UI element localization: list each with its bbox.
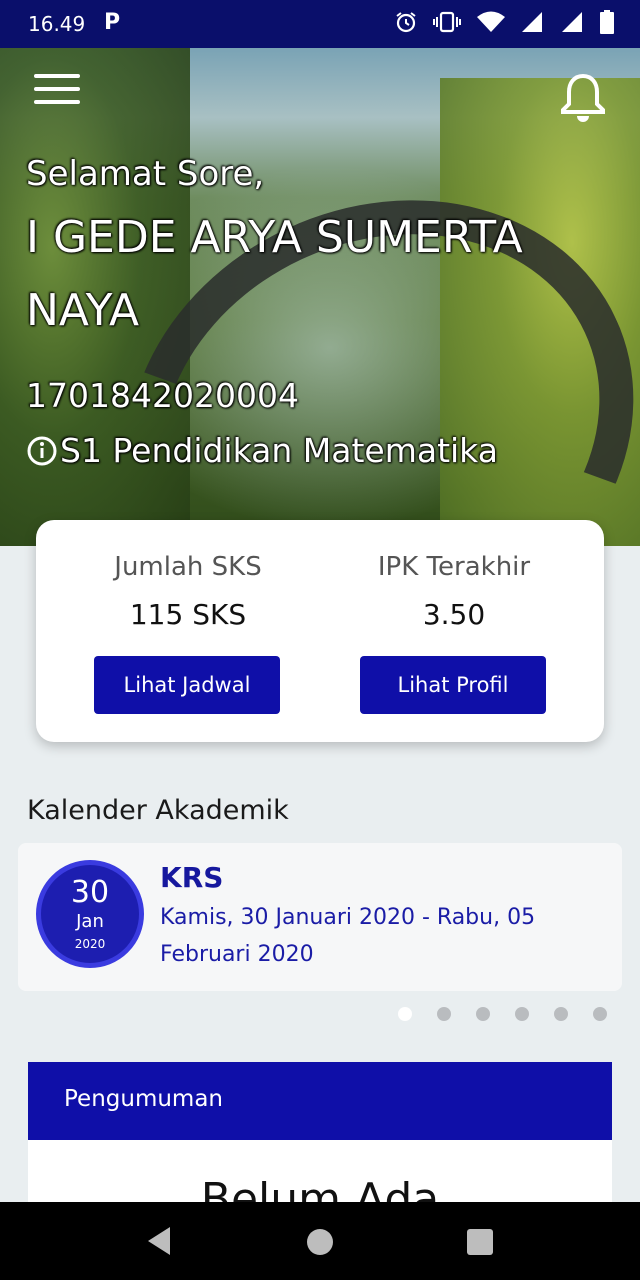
pager-dot[interactable]: [437, 1007, 451, 1021]
event-month: Jan: [76, 911, 104, 932]
view-profile-button[interactable]: Lihat Profil: [360, 656, 546, 714]
home-icon[interactable]: [306, 1228, 334, 1256]
academic-calendar-title: Kalender Akademik: [27, 795, 289, 826]
battery-icon: [600, 10, 614, 34]
signal-icon: [522, 12, 542, 32]
announcement-card: Pengumuman Belum Ada: [28, 1062, 612, 1222]
pager-dot[interactable]: [515, 1007, 529, 1021]
system-navigation-bar: [0, 1202, 640, 1280]
academic-summary-card: Jumlah SKS 115 SKS IPK Terakhir 3.50 Lih…: [36, 520, 604, 742]
student-name-line2: NAYA: [26, 285, 140, 336]
student-id: 1701842020004: [26, 376, 299, 415]
sks-label: Jumlah SKS: [114, 552, 262, 582]
event-date-range-line1: Kamis, 30 Januari 2020 - Rabu, 05: [160, 905, 536, 930]
student-name-line1: I GEDE ARYA SUMERTA: [26, 212, 523, 263]
event-day: 30: [70, 875, 110, 910]
parking-app-icon: P: [104, 10, 121, 35]
back-icon[interactable]: [144, 1224, 174, 1258]
announcement-header: Pengumuman: [28, 1062, 612, 1140]
event-date-badge: 30 Jan 2020: [36, 860, 144, 968]
pager-dot[interactable]: [593, 1007, 607, 1021]
event-date-range-line2: Februari 2020: [160, 942, 314, 967]
hero-banner: Selamat Sore, I GEDE ARYA SUMERTA NAYA 1…: [0, 48, 640, 546]
status-bar: 16.49 P: [0, 0, 640, 48]
signal-icon: [562, 12, 582, 32]
alarm-icon: [396, 12, 416, 33]
event-title: KRS: [160, 861, 224, 894]
wifi-icon: [477, 11, 505, 32]
info-icon: [27, 436, 57, 465]
view-schedule-button[interactable]: Lihat Jadwal: [94, 656, 280, 714]
event-year: 2020: [74, 937, 106, 951]
ipk-value: 3.50: [422, 598, 486, 631]
greeting-text: Selamat Sore,: [26, 154, 265, 194]
pager-dot[interactable]: [398, 1007, 412, 1021]
sks-value: 115 SKS: [129, 598, 247, 631]
study-program: S1 Pendidikan Matematika: [26, 431, 498, 470]
calendar-event-card[interactable]: 30 Jan 2020 KRS Kamis, 30 Januari 2020 -…: [18, 843, 622, 991]
pager-dot[interactable]: [476, 1007, 490, 1021]
recents-icon[interactable]: [466, 1228, 494, 1256]
notification-bell-icon[interactable]: [560, 70, 606, 124]
study-program-label: S1 Pendidikan Matematika: [60, 431, 498, 470]
ipk-label: IPK Terakhir: [377, 552, 531, 582]
event-date-range: Kamis, 30 Januari 2020 - Rabu, 05 Februa…: [160, 899, 600, 973]
menu-button[interactable]: [34, 74, 80, 104]
status-time: 16.49: [28, 12, 86, 36]
pager-dot[interactable]: [554, 1007, 568, 1021]
announcement-title: Pengumuman: [64, 1086, 224, 1112]
carousel-pager: [398, 1007, 607, 1021]
vibrate-icon: [433, 11, 461, 33]
